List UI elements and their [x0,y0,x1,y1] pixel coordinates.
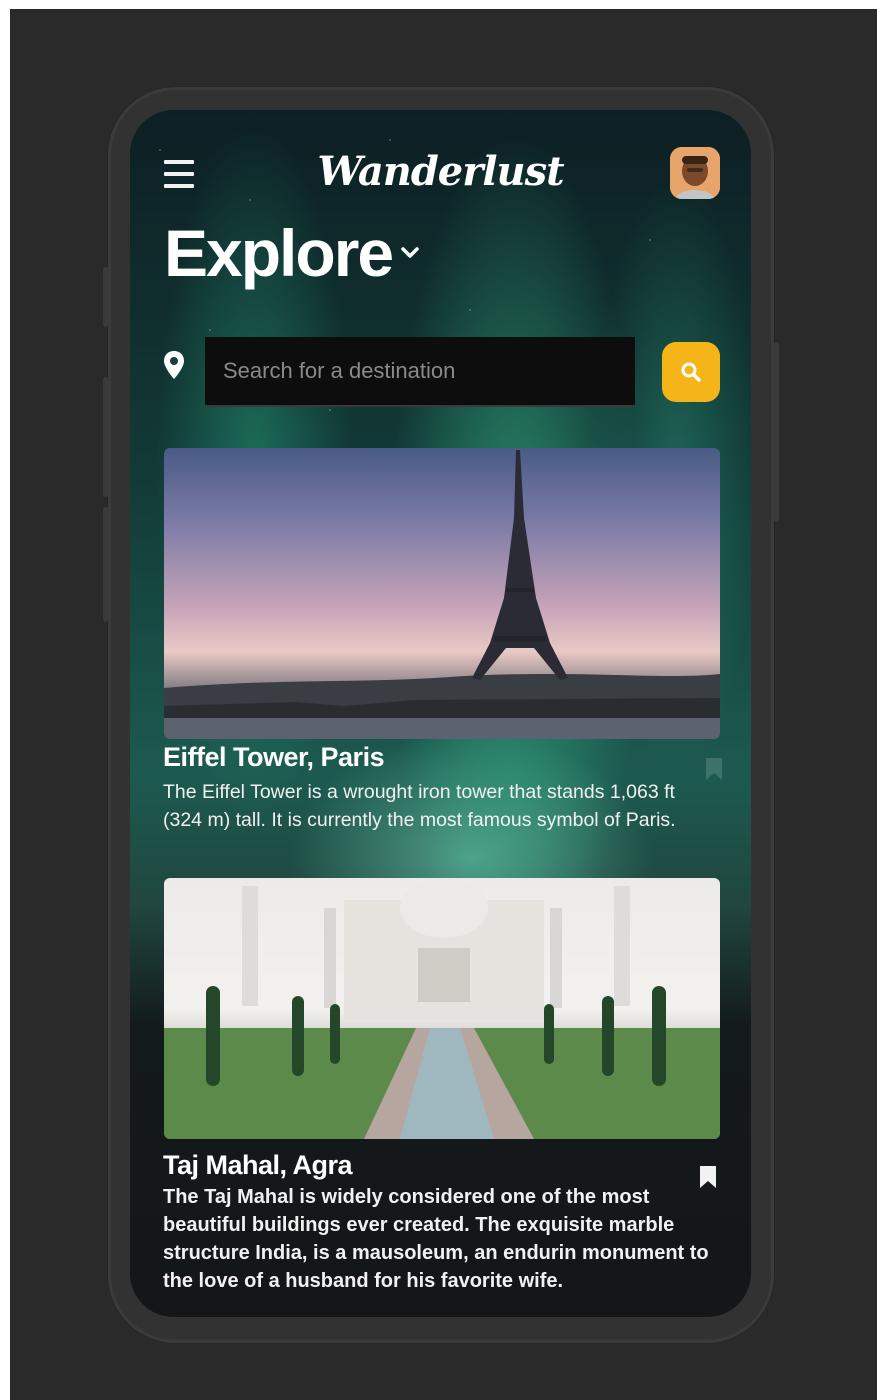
page-title: Explore [164,216,394,290]
location-pin-icon [164,351,184,379]
phone-side-button [103,267,108,327]
card-description: The Eiffel Tower is a wrought iron tower… [163,781,676,831]
search-input[interactable] [205,337,635,405]
eiffel-tower-illustration [164,450,720,739]
chevron-down-icon[interactable] [400,246,420,260]
search-button[interactable] [662,342,720,402]
bookmark-icon[interactable] [705,757,723,781]
phone-side-button [103,377,108,497]
avatar[interactable] [670,147,720,199]
destination-image-taj-mahal[interactable] [164,878,720,1139]
page-title-row[interactable]: Explore [164,220,420,286]
card-description: The Taj Mahal is widely considered one o… [163,1186,709,1292]
card-title: Taj Mahal, Agra [163,1150,353,1180]
app-screen: Wanderlust Explore Search for a destinat… [130,110,751,1317]
destination-image-eiffel-tower[interactable] [164,448,720,739]
search-icon [681,362,701,382]
phone-frame: Wanderlust Explore Search for a destinat… [103,87,779,1343]
background: Wanderlust Explore Search for a destinat… [10,9,877,1400]
taj-mahal-illustration [164,878,720,1139]
avatar-portrait [670,147,720,199]
phone-side-button [774,342,779,522]
brand-logo: Wanderlust [317,148,564,195]
card-title: Eiffel Tower, Paris [163,742,385,772]
phone-side-button [103,507,108,622]
